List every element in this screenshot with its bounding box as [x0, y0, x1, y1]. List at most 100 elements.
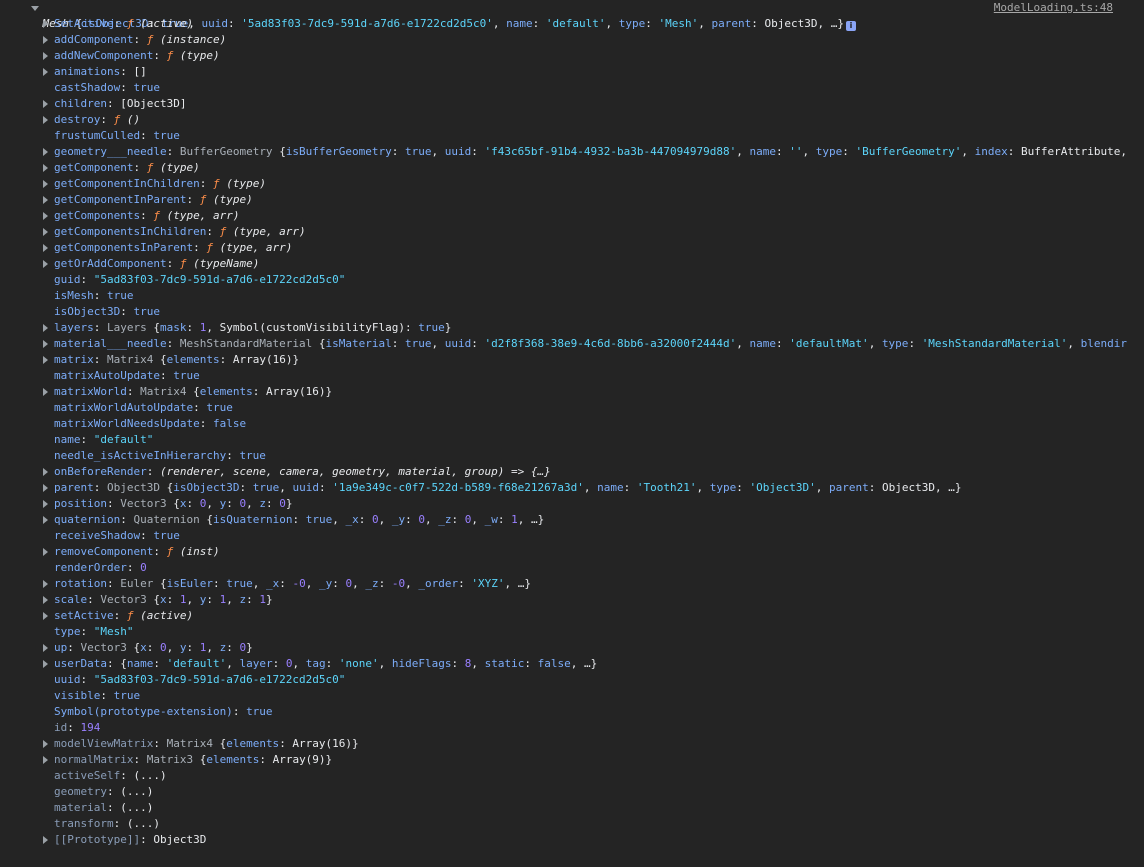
property-row[interactable]: quaternion: Quaternion {isQuaternion: tr… — [0, 512, 1144, 528]
value-token: BufferGeometry — [179, 145, 280, 158]
colon-separator: : — [126, 561, 141, 574]
value-token: index — [974, 145, 1008, 158]
colon-separator: : — [106, 785, 121, 798]
property-key: frustumCulled — [54, 129, 141, 142]
property-key: guid — [54, 273, 81, 286]
object-header[interactable]: Mesh {isObject3D: true, uuid: '5ad83f03-… — [0, 0, 1144, 31]
colon-separator: : — [140, 209, 154, 222]
value-token: { — [193, 385, 200, 398]
value-token: , — [186, 593, 200, 606]
expand-triangle-icon[interactable] — [43, 484, 48, 492]
value-token: name — [749, 337, 776, 350]
expand-triangle-icon[interactable] — [43, 388, 48, 396]
property-row[interactable]: getComponents: ƒ (type, arr) — [0, 208, 1144, 224]
colon-separator: : — [80, 273, 94, 286]
property-row[interactable]: setActive: ƒ (active) — [0, 608, 1144, 624]
property-row[interactable]: rotation: Euler {isEuler: true, _x: -0 , … — [0, 576, 1144, 592]
expand-triangle-icon[interactable] — [43, 516, 48, 524]
property-row[interactable]: getComponentInChildren: ƒ (type) — [0, 176, 1144, 192]
property-row[interactable]: normalMatrix: Matrix3 {elements: Array(9… — [0, 752, 1144, 768]
property-row[interactable]: children: [Object3D] — [0, 96, 1144, 112]
colon-separator: : — [100, 689, 114, 702]
property-row[interactable]: matrix: Matrix4 {elements: Array(16)} — [0, 352, 1144, 368]
property-row[interactable]: destroy: ƒ () — [0, 112, 1144, 128]
expand-triangle-icon[interactable] — [43, 36, 48, 44]
property-row[interactable]: [[Prototype]]: Object3D — [0, 832, 1144, 848]
expand-triangle-icon[interactable] — [43, 260, 48, 268]
property-row[interactable]: SetActive: ƒ (active) — [0, 16, 1144, 32]
property-row[interactable]: matrixWorld: Matrix4 {elements: Array(16… — [0, 384, 1144, 400]
expand-triangle-icon[interactable] — [43, 660, 48, 668]
property-key: modelViewMatrix — [54, 737, 154, 750]
property-row[interactable]: getComponentInParent: ƒ (type) — [0, 192, 1144, 208]
value-token: : — [451, 657, 465, 670]
property-row[interactable]: getComponent: ƒ (type) — [0, 160, 1144, 176]
expand-triangle-icon[interactable] — [43, 580, 48, 588]
property-row: isObject3D: true — [0, 304, 1144, 320]
value-token: Quaternion — [133, 513, 207, 526]
property-row[interactable]: userData: {name: 'default', layer: 0, ta… — [0, 656, 1144, 672]
expand-triangle-icon[interactable] — [43, 324, 48, 332]
expand-triangle-icon[interactable] — [43, 596, 48, 604]
value-token: 0 — [418, 513, 425, 526]
property-row[interactable]: modelViewMatrix: Matrix4 {elements: Arra… — [0, 736, 1144, 752]
expand-triangle-icon[interactable] — [43, 756, 48, 764]
expand-triangle-icon[interactable] — [43, 148, 48, 156]
collapse-triangle-icon[interactable] — [31, 6, 39, 11]
expand-triangle-icon[interactable] — [43, 68, 48, 76]
property-row[interactable]: onBeforeRender: (renderer, scene, camera… — [0, 464, 1144, 480]
expand-triangle-icon[interactable] — [43, 52, 48, 60]
property-row[interactable]: getComponentsInChildren: ƒ (type, arr) — [0, 224, 1144, 240]
expand-triangle-icon[interactable] — [43, 212, 48, 220]
value-token: _x — [265, 577, 280, 590]
property-row[interactable]: layers: Layers {mask: 1, Symbol(customVi… — [0, 320, 1144, 336]
property-row[interactable]: getOrAddComponent: ƒ (typeName) — [0, 256, 1144, 272]
property-row[interactable]: material___needle: MeshStandardMaterial … — [0, 336, 1144, 352]
colon-separator: : — [146, 465, 160, 478]
property-row[interactable]: animations: [] — [0, 64, 1144, 80]
expand-triangle-icon[interactable] — [43, 500, 48, 508]
property-row[interactable]: scale: Vector3 {x: 1, y: 1, z: 1} — [0, 592, 1144, 608]
property-row[interactable]: addNewComponent: ƒ (type) — [0, 48, 1144, 64]
property-row[interactable]: removeComponent: ƒ (inst) — [0, 544, 1144, 560]
expand-triangle-icon[interactable] — [43, 196, 48, 204]
expand-triangle-icon[interactable] — [43, 116, 48, 124]
value-token: { — [153, 321, 160, 334]
expand-triangle-icon[interactable] — [43, 548, 48, 556]
value-token: , — [868, 337, 882, 350]
expand-triangle-icon[interactable] — [43, 356, 48, 364]
value-token: : — [775, 337, 790, 350]
property-row[interactable]: getComponentsInParent: ƒ (type, arr) — [0, 240, 1144, 256]
expand-triangle-icon[interactable] — [43, 20, 48, 28]
colon-separator: : — [186, 193, 200, 206]
expand-triangle-icon[interactable] — [43, 836, 48, 844]
expand-triangle-icon[interactable] — [43, 244, 48, 252]
property-row[interactable]: parent: Object3D {isObject3D: true, uuid… — [0, 480, 1144, 496]
colon-separator: : — [93, 289, 107, 302]
expand-triangle-icon[interactable] — [43, 164, 48, 172]
property-key: Symbol(prototype-extension) — [54, 705, 233, 718]
property-row[interactable]: up: Vector3 {x: 0, y: 1, z: 0} — [0, 640, 1144, 656]
property-row[interactable]: addComponent: ƒ (instance) — [0, 32, 1144, 48]
expand-triangle-icon[interactable] — [43, 612, 48, 620]
expand-triangle-icon[interactable] — [43, 644, 48, 652]
value-token: elements — [206, 753, 260, 766]
property-row[interactable]: geometry___needle: BufferGeometry {isBuf… — [0, 144, 1144, 160]
colon-separator: : — [113, 17, 127, 30]
expand-triangle-icon[interactable] — [43, 100, 48, 108]
property-row[interactable]: position: Vector3 {x: 0, y: 0, z: 0} — [0, 496, 1144, 512]
value-token: (type) — [159, 161, 200, 174]
value-token: 0 — [159, 641, 167, 654]
expand-triangle-icon[interactable] — [43, 228, 48, 236]
value-token: { — [120, 657, 127, 670]
property-row: guid: "5ad83f03-7dc9-591d-a7d6-e1722cd2d… — [0, 272, 1144, 288]
property-key: matrixAutoUpdate — [54, 369, 160, 382]
expand-triangle-icon[interactable] — [43, 340, 48, 348]
expand-triangle-icon[interactable] — [43, 468, 48, 476]
value-token: { — [318, 337, 326, 350]
expand-triangle-icon[interactable] — [43, 180, 48, 188]
value-token: _x — [345, 513, 359, 526]
value-token: uuid — [444, 145, 472, 158]
expand-triangle-icon[interactable] — [43, 740, 48, 748]
property-key: needle_isActiveInHierarchy — [54, 449, 227, 462]
